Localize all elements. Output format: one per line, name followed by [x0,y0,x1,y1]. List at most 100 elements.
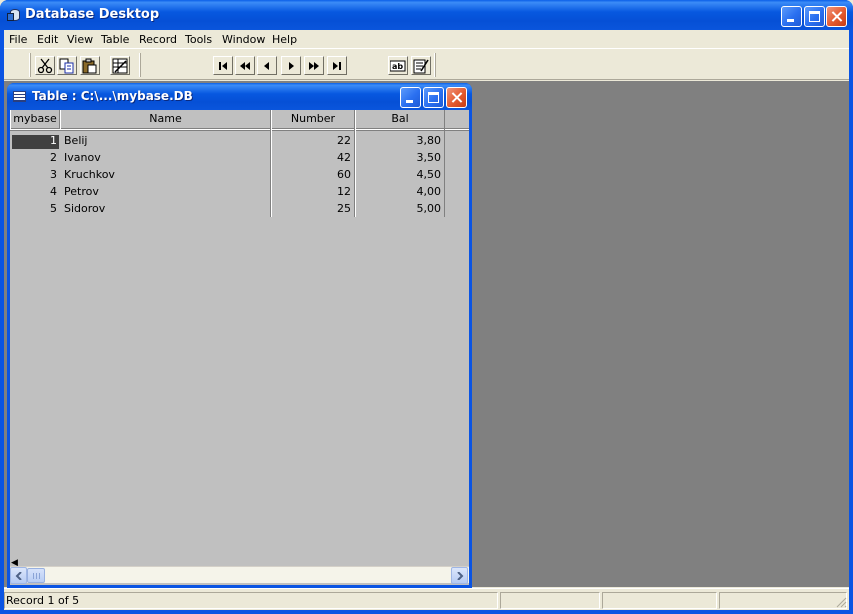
toolbar-end-separator [434,53,436,77]
scissors-icon [37,58,53,74]
minimize-icon [787,19,794,22]
cell-number[interactable]: 25 [272,200,354,217]
table-window-title-bar[interactable]: Table : C:\...\mybase.DB [7,83,472,110]
cell-bal[interactable]: 5,00 [356,200,444,217]
column-header-mybase[interactable]: mybase [10,110,60,129]
table-row[interactable]: 4 Petrov 12 4,00 [10,183,469,200]
next-set-button[interactable] [304,56,324,75]
scroll-right-button[interactable] [451,567,468,584]
menu-window[interactable]: Window [222,33,265,46]
next-icon [289,62,294,70]
chevron-left-icon [15,572,22,580]
field-view-button[interactable]: ab [388,56,408,75]
copy-button[interactable] [57,56,77,75]
minimize-button[interactable] [781,6,802,27]
table-maximize-button[interactable] [423,87,444,108]
main-title-bar[interactable]: Database Desktop [0,0,853,30]
table-icon[interactable] [13,91,26,102]
field-view-icon: ab [390,60,406,72]
close-icon [827,7,846,26]
database-desktop-app-icon[interactable] [7,8,21,22]
toolbar: ab [4,50,849,80]
first-record-icon [219,62,227,70]
cell-number[interactable]: 12 [272,183,354,200]
cell-bal[interactable]: 3,50 [356,149,444,166]
cell-name[interactable]: Ivanov [61,149,269,166]
cell-name[interactable]: Sidorov [61,200,269,217]
maximize-button[interactable] [804,6,825,27]
previous-icon [264,62,269,70]
header-divider [10,129,469,131]
cell-name[interactable]: Kruchkov [61,166,269,183]
window-title: Database Desktop [25,7,160,22]
close-icon [447,88,466,107]
mdi-workspace: Table : C:\...\mybase.DB mybase Name Num… [4,81,849,588]
menu-view[interactable]: View [67,33,93,46]
menu-edit[interactable]: Edit [37,33,58,46]
cell-bal[interactable]: 4,00 [356,183,444,200]
table-close-button[interactable] [446,87,467,108]
edit-data-button[interactable] [411,56,431,75]
menu-help[interactable]: Help [272,33,297,46]
cell-number[interactable]: 60 [272,166,354,183]
copy-icon [59,58,74,74]
previous-set-button[interactable] [235,56,255,75]
cell-name[interactable]: Belij [61,132,269,149]
last-record-button[interactable] [327,56,347,75]
cell-bal[interactable]: 4,50 [356,166,444,183]
fast-forward-icon [309,62,319,70]
scroll-thumb[interactable] [27,568,45,583]
cell-id[interactable]: 4 [10,183,60,200]
grid-header: mybase Name Number Bal [10,110,469,129]
rewind-icon [240,62,250,70]
cell-id[interactable]: 2 [10,149,60,166]
table-row[interactable]: 1 Belij 22 3,80 [10,132,469,149]
table-window: Table : C:\...\mybase.DB mybase Name Num… [7,83,472,588]
column-header-number[interactable]: Number [271,110,355,129]
column-header-bal[interactable]: Bal [355,110,445,129]
svg-text:ab: ab [392,62,403,71]
cell-id[interactable]: 5 [10,200,60,217]
main-client-area: File Edit View Table Record Tools Window… [4,30,849,610]
cut-button[interactable] [35,56,55,75]
main-window: Database Desktop File Edit View Table Re… [0,0,853,614]
table-minimize-button[interactable] [400,87,421,108]
toolbar-separator [139,53,141,77]
cell-bal[interactable]: 3,80 [356,132,444,149]
table-window-title: Table : C:\...\mybase.DB [32,89,193,103]
chevron-right-icon [457,572,464,580]
maximize-icon [809,11,820,22]
status-panel [602,592,717,609]
cell-number[interactable]: 42 [272,149,354,166]
status-bar: Record 1 of 5 [4,588,849,610]
table-row[interactable]: 5 Sidorov 25 5,00 [10,200,469,217]
previous-record-button[interactable] [257,56,277,75]
status-record-position: Record 1 of 5 [4,592,498,609]
status-panel [500,592,600,609]
menu-table[interactable]: Table [101,33,129,46]
next-record-button[interactable] [281,56,301,75]
menu-file[interactable]: File [9,33,27,46]
maximize-icon [428,92,439,103]
first-record-button[interactable] [213,56,233,75]
table-grid: mybase Name Number Bal 1 Belij 22 3,80 2… [10,110,469,585]
column-header-name[interactable]: Name [60,110,271,129]
close-button[interactable] [826,6,847,27]
restructure-icon [112,58,128,74]
table-row[interactable]: 2 Ivanov 42 3,50 [10,149,469,166]
last-record-icon [333,62,341,70]
restructure-button[interactable] [110,56,130,75]
paste-button[interactable] [80,56,100,75]
resize-grip-icon[interactable] [835,596,847,608]
cell-id[interactable]: 1 [10,132,60,149]
horizontal-scrollbar[interactable] [10,566,469,584]
minimize-icon [406,100,413,103]
cell-number[interactable]: 22 [272,132,354,149]
table-row[interactable]: 3 Kruchkov 60 4,50 [10,166,469,183]
menu-tools[interactable]: Tools [185,33,212,46]
scroll-left-button[interactable] [10,567,27,584]
cell-id[interactable]: 3 [10,166,60,183]
cell-name[interactable]: Petrov [61,183,269,200]
toolbar-grip[interactable] [29,53,31,77]
menu-record[interactable]: Record [139,33,177,46]
